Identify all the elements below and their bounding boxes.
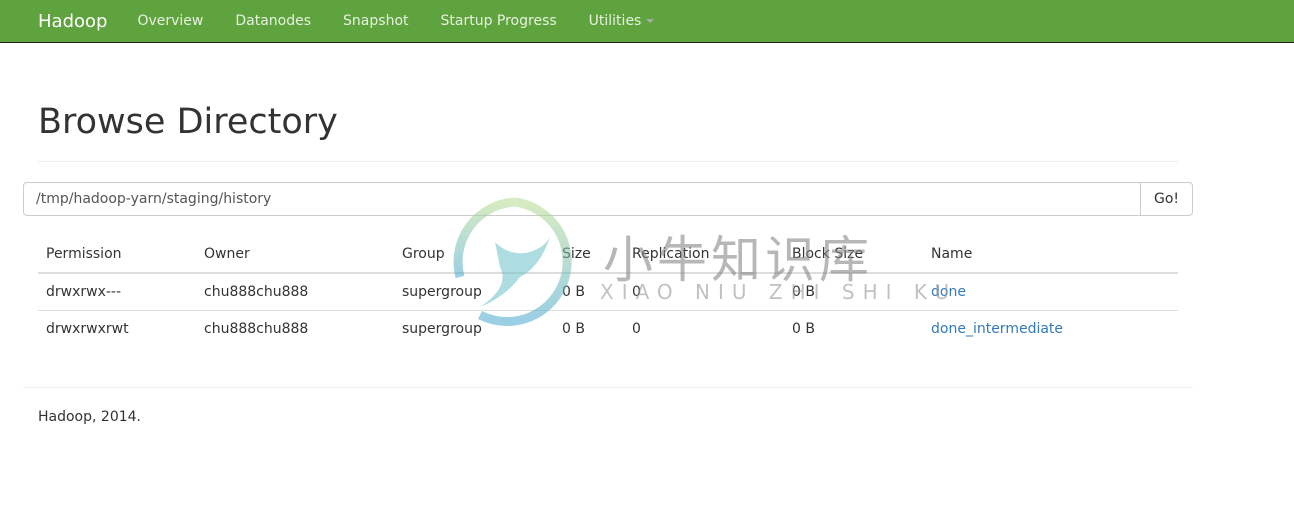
- table-row: drwxrwxrwt chu888chu888 supergroup 0 B 0…: [38, 309, 1178, 347]
- col-name[interactable]: Name: [923, 235, 1178, 274]
- block-size: 0 B: [784, 272, 923, 310]
- go-button[interactable]: Go!: [1141, 182, 1193, 216]
- size: 0 B: [554, 309, 624, 347]
- footer-text: Hadoop, 2014.: [38, 409, 141, 425]
- path-form: Go!: [23, 182, 1193, 216]
- size: 0 B: [554, 272, 624, 310]
- nav-snapshot[interactable]: Snapshot: [343, 13, 408, 29]
- col-group[interactable]: Group: [394, 235, 554, 274]
- nav-utilities-dropdown[interactable]: Utilities: [589, 13, 655, 29]
- col-size[interactable]: Size: [554, 235, 624, 274]
- brand-link[interactable]: Hadoop: [38, 11, 107, 32]
- replication: 0: [624, 309, 784, 347]
- owner: chu888chu888: [196, 309, 394, 347]
- group: supergroup: [394, 272, 554, 310]
- replication: 0: [624, 272, 784, 310]
- permission: drwxrwx---: [38, 272, 196, 310]
- nav-startup-progress[interactable]: Startup Progress: [441, 13, 557, 29]
- caret-down-icon: [646, 19, 655, 23]
- group: supergroup: [394, 309, 554, 347]
- col-replication[interactable]: Replication: [624, 235, 784, 274]
- name-link[interactable]: done_intermediate: [931, 321, 1063, 337]
- col-owner[interactable]: Owner: [196, 235, 394, 274]
- nav-datanodes[interactable]: Datanodes: [235, 13, 311, 29]
- divider: [38, 161, 1178, 162]
- directory-path-input[interactable]: [23, 182, 1141, 216]
- nav-utilities-label: Utilities: [588, 13, 642, 29]
- col-block-size[interactable]: Block Size: [784, 235, 923, 274]
- block-size: 0 B: [784, 309, 923, 347]
- navbar: Hadoop Overview Datanodes Snapshot Start…: [0, 0, 1294, 43]
- name-link[interactable]: done: [931, 284, 966, 300]
- permission: drwxrwxrwt: [38, 309, 196, 347]
- nav-overview[interactable]: Overview: [137, 13, 203, 29]
- owner: chu888chu888: [196, 272, 394, 310]
- table-row: drwxrwx--- chu888chu888 supergroup 0 B 0…: [38, 272, 1178, 310]
- col-permission[interactable]: Permission: [38, 235, 196, 274]
- directory-table: Permission Owner Group Size Replication …: [38, 235, 1178, 347]
- divider: [23, 387, 1193, 388]
- page-title: Browse Directory: [38, 102, 338, 142]
